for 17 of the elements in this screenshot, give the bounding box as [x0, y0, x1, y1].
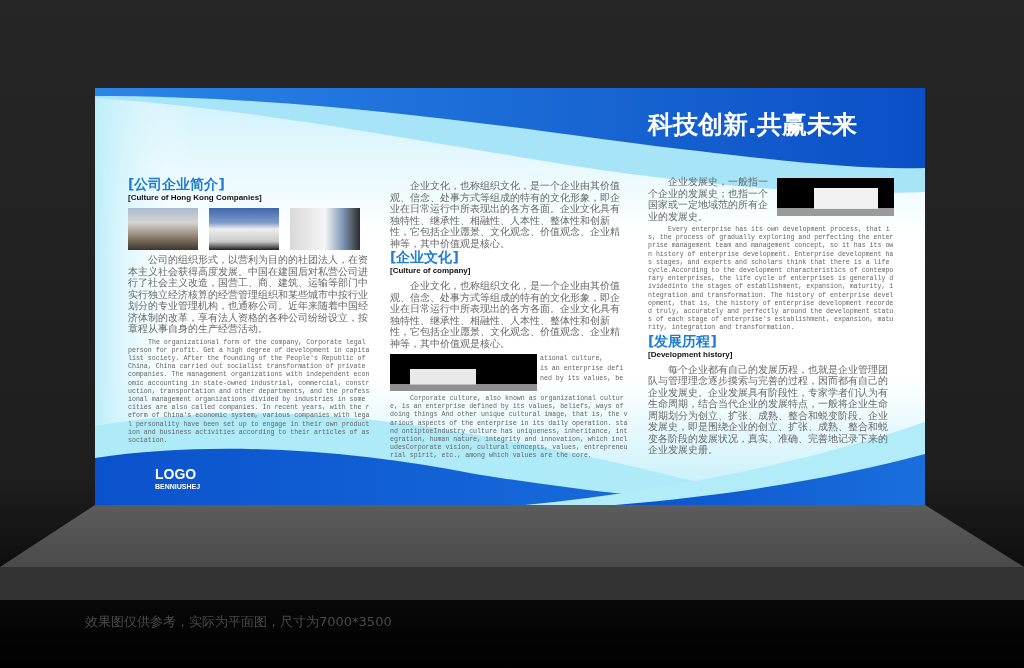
photo-placeholder	[209, 208, 279, 250]
section-subtitle: [Culture of company]	[390, 266, 471, 276]
paragraph: 企业发展史，一般指一个企业的发展史；也指一个国家或一定地域范的所有企业的发展史。	[648, 176, 769, 222]
section-heading: [企业文化]	[390, 249, 459, 265]
paragraph: 企业文化，也称组织文化，是一个企业由其价值观、信念、处事方式等组成的特有的文化形象，即企业在日常运行中所表现出的各方各面。企业文化具有独特性、继承性、相融性、人本性、整体性和创新性，它包括企业愿景、文化观念、价值观念、企业精神等，其中价值观是核心。	[390, 280, 621, 349]
paragraph: 公司的组织形式，以营利为目的的社团法人，在资本主义社会获得高度发展。中国在建国后对私营公司进行了社会主义改造，国营工、商、建筑、运输等部门中实行独立经济核算的经营管理组织和某些城市中按行业划分的专业管理机构，也通称公司。近年来随着中国经济体制的改革，享有法人资格的各种公司纷纷设立，按章程从事自身的生产经营活动。	[128, 254, 369, 335]
section-subtitle: [Culture of Hong Kong Companies]	[128, 193, 262, 203]
logo-text: LOGO	[155, 467, 197, 482]
section-heading: [发展历程]	[648, 332, 717, 349]
section-subtitle: [Development history]	[648, 349, 733, 360]
caption-text: 效果图仅供参考，实际为平面图，尺寸为7000*3500	[85, 614, 392, 630]
board-title: 科技创新.共赢未来	[647, 109, 857, 141]
photo-placeholder	[290, 208, 360, 250]
section-heading: [公司企业简介]	[128, 176, 225, 192]
photo-placeholder	[128, 208, 198, 250]
paragraph: 企业文化，也称组织文化，是一个企业由其价值观、信念、处事方式等组成的特有的文化形象，即企业在日常运行中所表现出的各方各面。企业文化具有独特性、继承性、相融性、人本性、整体性和创新性，它包括企业愿景、文化观念、价值观念、企业精神等，其中价值观是核心。	[390, 180, 621, 249]
paragraph: 每个企业都有自己的发展历程，也就是企业管理团队与管理理念逐步摸索与完善的过程，因而都有自己的企业发展史。企业发展具有阶段性，专家学者们认为有生命周期，结合当代企业的发展特点，一般将企业生命周期划分为创立、扩张、成熟、整合和蜕变阶段。企业发展史，即是围绕企业的创立、扩张、成熟、整合和蜕变各阶段的发展状况，真实、准确、完善地记录下来的企业发展史册。	[648, 363, 889, 456]
